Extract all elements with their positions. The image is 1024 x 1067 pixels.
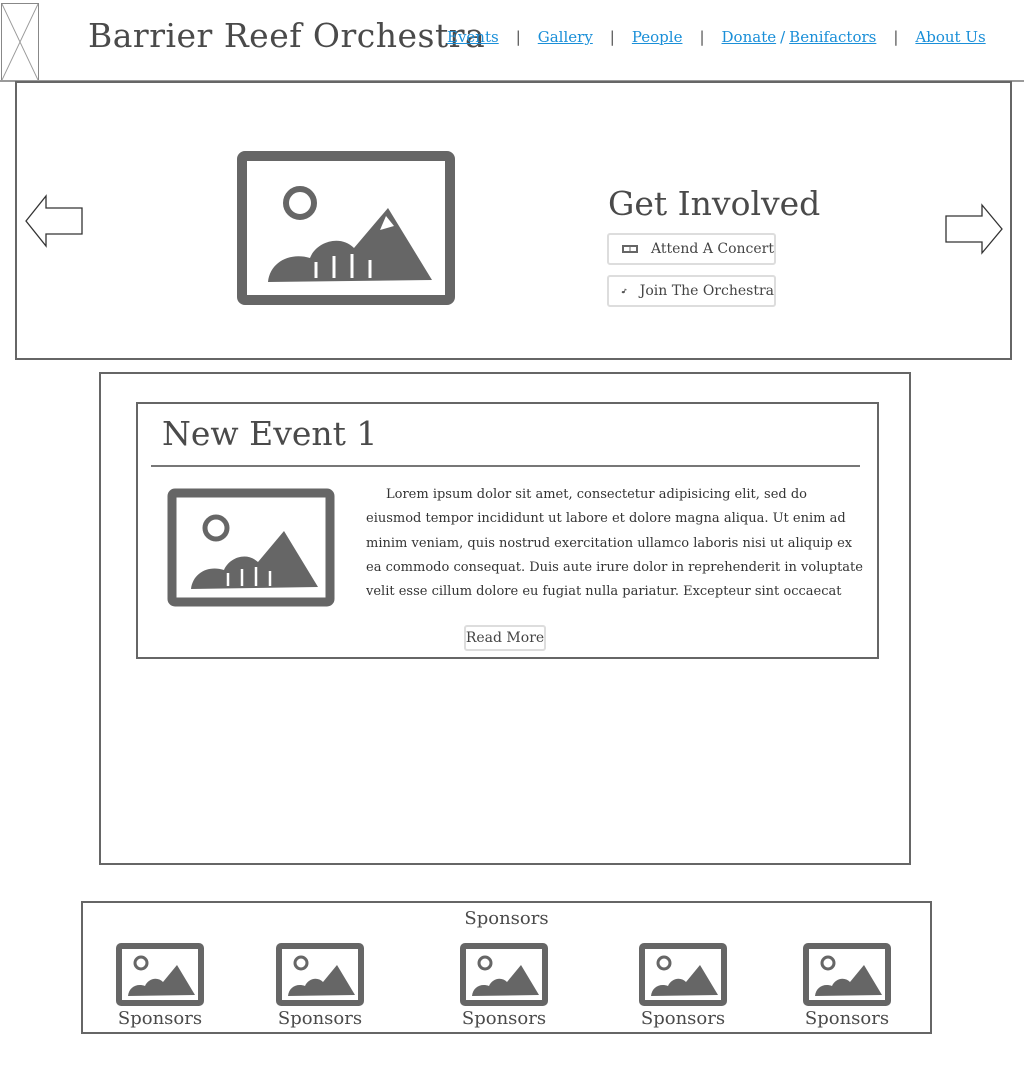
sponsor-label: Sponsors bbox=[277, 1008, 363, 1029]
nav-separator: | bbox=[893, 28, 899, 46]
sponsor-label: Sponsors bbox=[117, 1008, 203, 1029]
arrow-right-icon[interactable] bbox=[944, 203, 1004, 255]
logo-placeholder[interactable] bbox=[1, 3, 39, 81]
sponsors-heading: Sponsors bbox=[464, 908, 549, 929]
arrow-left-icon[interactable] bbox=[24, 194, 84, 248]
sponsor-label: Sponsors bbox=[804, 1008, 890, 1029]
event-description: Lorem ipsum dolor sit amet, consectetur … bbox=[366, 487, 863, 600]
image-placeholder-icon bbox=[116, 943, 204, 1006]
nav-link-about[interactable]: About Us bbox=[915, 28, 985, 46]
nav-separator: | bbox=[609, 28, 615, 46]
attend-concert-button[interactable]: Attend A Concert bbox=[607, 233, 776, 265]
image-placeholder-icon bbox=[2, 4, 38, 80]
image-placeholder-icon bbox=[460, 943, 548, 1006]
get-involved-heading: Get Involved bbox=[608, 184, 821, 223]
sponsor-item[interactable]: Sponsors bbox=[260, 942, 370, 1032]
join-orchestra-label: Join The Orchestra bbox=[639, 283, 774, 299]
sponsor-label: Sponsors bbox=[640, 1008, 726, 1029]
nav-link-benefactors[interactable]: Benifactors bbox=[789, 28, 876, 46]
nav-slash: / bbox=[780, 28, 786, 46]
nav-separator: | bbox=[515, 28, 521, 46]
main-nav: Events | Gallery | People | Donate / Ben… bbox=[447, 28, 986, 46]
sponsor-item[interactable]: Sponsors bbox=[787, 942, 897, 1032]
nav-link-events[interactable]: Events bbox=[447, 28, 499, 46]
hero-carousel bbox=[15, 81, 1012, 360]
sponsor-item[interactable]: Sponsors bbox=[623, 942, 733, 1032]
event-title: New Event 1 bbox=[162, 414, 378, 453]
ticket-icon bbox=[622, 245, 638, 253]
nav-link-gallery[interactable]: Gallery bbox=[538, 28, 593, 46]
nav-link-people[interactable]: People bbox=[632, 28, 683, 46]
event-divider bbox=[151, 465, 860, 467]
nav-link-donate[interactable]: Donate bbox=[722, 28, 777, 46]
read-more-button[interactable]: Read More bbox=[464, 625, 546, 651]
sponsor-item[interactable]: Sponsors bbox=[100, 942, 210, 1032]
image-placeholder-icon bbox=[639, 943, 727, 1006]
nav-separator: | bbox=[699, 28, 705, 46]
image-placeholder-icon bbox=[276, 943, 364, 1006]
join-orchestra-button[interactable]: Join The Orchestra bbox=[607, 275, 776, 307]
site-title: Barrier Reef Orchestra bbox=[88, 16, 486, 55]
sponsor-item[interactable]: Sponsors bbox=[444, 942, 554, 1032]
sponsor-label: Sponsors bbox=[461, 1008, 547, 1029]
image-placeholder-icon bbox=[803, 943, 891, 1006]
attend-concert-label: Attend A Concert bbox=[651, 241, 774, 257]
music-note-icon bbox=[621, 288, 627, 294]
image-placeholder-icon bbox=[237, 151, 455, 305]
image-placeholder-icon bbox=[167, 488, 335, 607]
